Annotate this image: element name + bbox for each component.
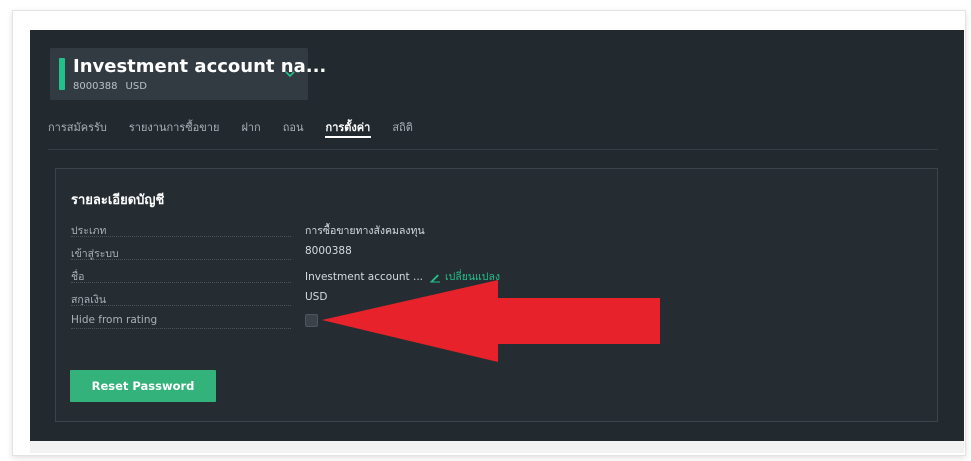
account-settings-page: Investment account na... 8000388 USD การส…	[30, 30, 964, 441]
account-tabs: การสมัครรับ รายงานการซื้อขาย ฝาก ถอน การ…	[48, 118, 424, 150]
detail-label: Hide from rating	[71, 314, 158, 326]
tabs-divider	[48, 149, 938, 150]
change-name-link[interactable]: เปลี่ยนแปลง	[429, 268, 500, 285]
tab-trading-report[interactable]: รายงานการซื้อขาย	[118, 118, 231, 150]
panel-title: รายละเอียดบัญชี	[71, 193, 165, 208]
account-meta: 8000388 USD	[73, 81, 155, 92]
chevron-down-icon[interactable]	[282, 66, 298, 82]
change-name-label: เปลี่ยนแปลง	[445, 271, 501, 283]
dotted-leader	[71, 305, 291, 306]
reset-password-button[interactable]: Reset Password	[70, 370, 216, 402]
detail-value-wrap: Investment account ... เปลี่ยนแปลง	[305, 268, 500, 285]
detail-value: 8000388	[305, 245, 352, 257]
pencil-icon	[430, 274, 440, 282]
dotted-leader	[71, 259, 291, 260]
account-selector[interactable]: Investment account na... 8000388 USD	[50, 48, 326, 100]
account-name-value: Investment account ...	[305, 270, 423, 283]
tab-statistics[interactable]: สถิติ	[381, 118, 424, 150]
detail-row-hide-from-rating: Hide from rating	[71, 314, 501, 332]
tab-deposit[interactable]: ฝาก	[230, 118, 271, 150]
account-number: 8000388	[73, 81, 118, 92]
detail-value: USD	[305, 291, 328, 303]
page-bottom-strip	[30, 441, 964, 453]
detail-row-login: เข้าสู่ระบบ 8000388	[71, 245, 501, 263]
tab-settings[interactable]: การตั้งค่า	[315, 118, 382, 150]
detail-value: การซื้อขายทางสังคมลงทุน	[305, 225, 425, 237]
account-currency: USD	[125, 81, 147, 92]
dotted-leader	[71, 282, 291, 283]
detail-row-name: ชื่อ Investment account ... เปลี่ยนแปลง	[71, 268, 501, 286]
tab-subscriptions[interactable]: การสมัครรับ	[48, 118, 118, 150]
detail-row-type: ประเภท การซื้อขายทางสังคมลงทุน	[71, 222, 501, 240]
account-details-panel: รายละเอียดบัญชี ประเภท การซื้อขายทางสังค…	[55, 168, 938, 422]
dotted-leader	[71, 236, 291, 237]
detail-row-currency: สกุลเงิน USD	[71, 291, 501, 309]
tab-withdraw[interactable]: ถอน	[272, 118, 315, 150]
account-color-bar	[59, 58, 65, 90]
dotted-leader	[71, 328, 291, 329]
hide-from-rating-checkbox[interactable]	[305, 314, 318, 327]
